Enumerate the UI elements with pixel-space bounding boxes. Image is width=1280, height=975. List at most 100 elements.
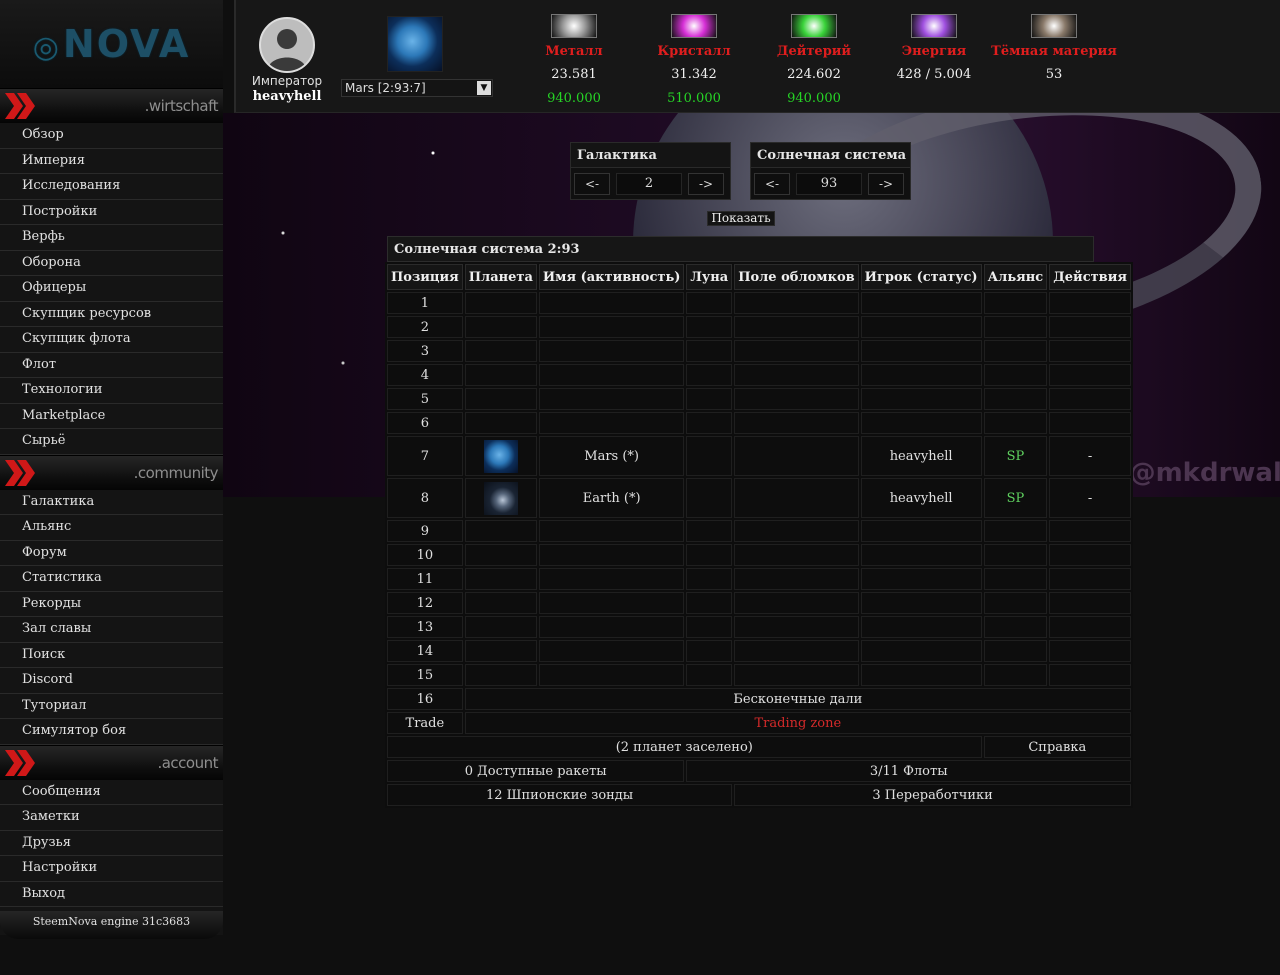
show-button[interactable]: Показать: [707, 211, 775, 226]
position-cell: 15: [387, 664, 463, 686]
player-cell: [860, 544, 982, 566]
planet-name-cell[interactable]: Earth (*): [538, 478, 685, 518]
moon-cell: [686, 592, 733, 614]
galaxy-input[interactable]: 2: [616, 172, 682, 195]
sidebar-item[interactable]: Альянс: [0, 515, 223, 541]
sidebar-item[interactable]: Офицеры: [0, 276, 223, 302]
table-row: 10: [387, 544, 1131, 566]
planet-name-cell: [538, 292, 685, 314]
actions-cell: [1049, 388, 1131, 410]
galaxy-next-button[interactable]: ->: [688, 172, 724, 195]
sidebar-item[interactable]: Туториал: [0, 693, 223, 719]
sidebar-item[interactable]: Обзор: [0, 123, 223, 149]
player-cell[interactable]: heavyhell: [860, 436, 982, 476]
debris-cell: [734, 520, 859, 542]
position-cell: 9: [387, 520, 463, 542]
moon-cell: [686, 388, 733, 410]
debris-cell: [734, 436, 859, 476]
energy-icon: [911, 14, 957, 38]
planet-cell[interactable]: [464, 478, 537, 518]
planet-cell: [464, 388, 537, 410]
sidebar-item[interactable]: Галактика: [0, 489, 223, 515]
system-prev-button[interactable]: <-: [754, 172, 790, 195]
system-caption: Солнечная система 2:93: [387, 236, 1094, 262]
actions-cell: [1049, 340, 1131, 362]
avatar[interactable]: [259, 17, 315, 73]
position-cell: 14: [387, 640, 463, 662]
resource-amount: 31.342: [671, 67, 717, 82]
sidebar-item[interactable]: Сообщения: [0, 779, 223, 805]
alliance-cell[interactable]: SP: [983, 478, 1048, 518]
sidebar-item[interactable]: Скупщик ресурсов: [0, 301, 223, 327]
table-row: 11: [387, 568, 1131, 590]
sidebar-item[interactable]: Форум: [0, 540, 223, 566]
sidebar-item[interactable]: Флот: [0, 352, 223, 378]
galaxy-prev-button[interactable]: <-: [574, 172, 610, 195]
planet-cell: [464, 520, 537, 542]
sidebar-item[interactable]: Сырьё: [0, 429, 223, 455]
sidebar-item[interactable]: Поиск: [0, 642, 223, 668]
planet-name-cell: [538, 340, 685, 362]
engine-version: SteemNova engine 31c3683: [0, 911, 223, 939]
sidebar-item[interactable]: Discord: [0, 668, 223, 694]
system-next-button[interactable]: ->: [868, 172, 904, 195]
solar-system-panel: Солнечная система 2:93 Позиция Планета Имя…: [385, 236, 1133, 808]
planet-cell[interactable]: [464, 436, 537, 476]
alliance-cell[interactable]: SP: [983, 436, 1048, 476]
planet-thumbnail[interactable]: [483, 439, 518, 473]
sidebar-item[interactable]: Настройки: [0, 856, 223, 882]
current-planet-image[interactable]: [387, 16, 443, 72]
double-chevron-icon: [4, 91, 36, 121]
alliance-cell: [983, 340, 1048, 362]
sidebar-item[interactable]: Исследования: [0, 174, 223, 200]
sidebar-item[interactable]: Рекорды: [0, 591, 223, 617]
player-cell[interactable]: heavyhell: [860, 478, 982, 518]
sidebar-item[interactable]: Верфь: [0, 225, 223, 251]
sidebar-item[interactable]: Выход: [0, 881, 223, 907]
planet-name-cell[interactable]: Mars (*): [538, 436, 685, 476]
column-header: Луна: [686, 264, 733, 290]
resource-amount: 224.602: [787, 67, 841, 82]
debris-cell: [734, 340, 859, 362]
sidebar-item[interactable]: Зал славы: [0, 617, 223, 643]
missiles-count: 0 Доступные ракеты: [387, 760, 685, 782]
table-row: 7 Mars (*) heavyhell SP -: [387, 436, 1131, 476]
sidebar-item[interactable]: Статистика: [0, 566, 223, 592]
metal-icon: [551, 14, 597, 38]
sidebar-item[interactable]: Marketplace: [0, 403, 223, 429]
debris-cell: [734, 292, 859, 314]
sidebar-item[interactable]: Скупщик флота: [0, 327, 223, 353]
sidebar-item[interactable]: Оборона: [0, 250, 223, 276]
alliance-cell: [983, 592, 1048, 614]
player-cell: [860, 640, 982, 662]
resource-name: Тёмная материя: [991, 44, 1117, 59]
nova-logo[interactable]: ◎NOVA: [0, 0, 223, 88]
alliance-cell: [983, 664, 1048, 686]
moon-cell: [686, 664, 733, 686]
system-input[interactable]: 93: [796, 172, 862, 195]
help-link[interactable]: Справка: [983, 736, 1131, 758]
sidebar-item[interactable]: Постройки: [0, 199, 223, 225]
chevron-down-icon[interactable]: ▼: [477, 81, 491, 95]
actions-cell: [1049, 316, 1131, 338]
sidebar-item[interactable]: Империя: [0, 148, 223, 174]
planet-select[interactable]: Mars [2:93:7] ▼: [341, 79, 493, 97]
debris-cell: [734, 478, 859, 518]
sidebar-item[interactable]: Заметки: [0, 805, 223, 831]
table-row: 14: [387, 640, 1131, 662]
player-cell: [860, 592, 982, 614]
column-header: Поле обломков: [734, 264, 859, 290]
sidebar-item[interactable]: Технологии: [0, 378, 223, 404]
expedition-link[interactable]: Бесконечные дали: [464, 688, 1131, 710]
planet-name-cell: [538, 388, 685, 410]
trading-zone-link[interactable]: Trading zone: [464, 712, 1131, 734]
system-nav-title: Солнечная система: [751, 143, 910, 168]
fleets-count: 3/11 Флоты: [686, 760, 1131, 782]
column-header: Альянс: [983, 264, 1048, 290]
player-cell: [860, 568, 982, 590]
planet-cell: [464, 616, 537, 638]
planet-thumbnail[interactable]: [483, 481, 518, 515]
resource-production: 510.000: [667, 91, 721, 106]
sidebar-item[interactable]: Друзья: [0, 830, 223, 856]
sidebar-item[interactable]: Симулятор боя: [0, 719, 223, 745]
